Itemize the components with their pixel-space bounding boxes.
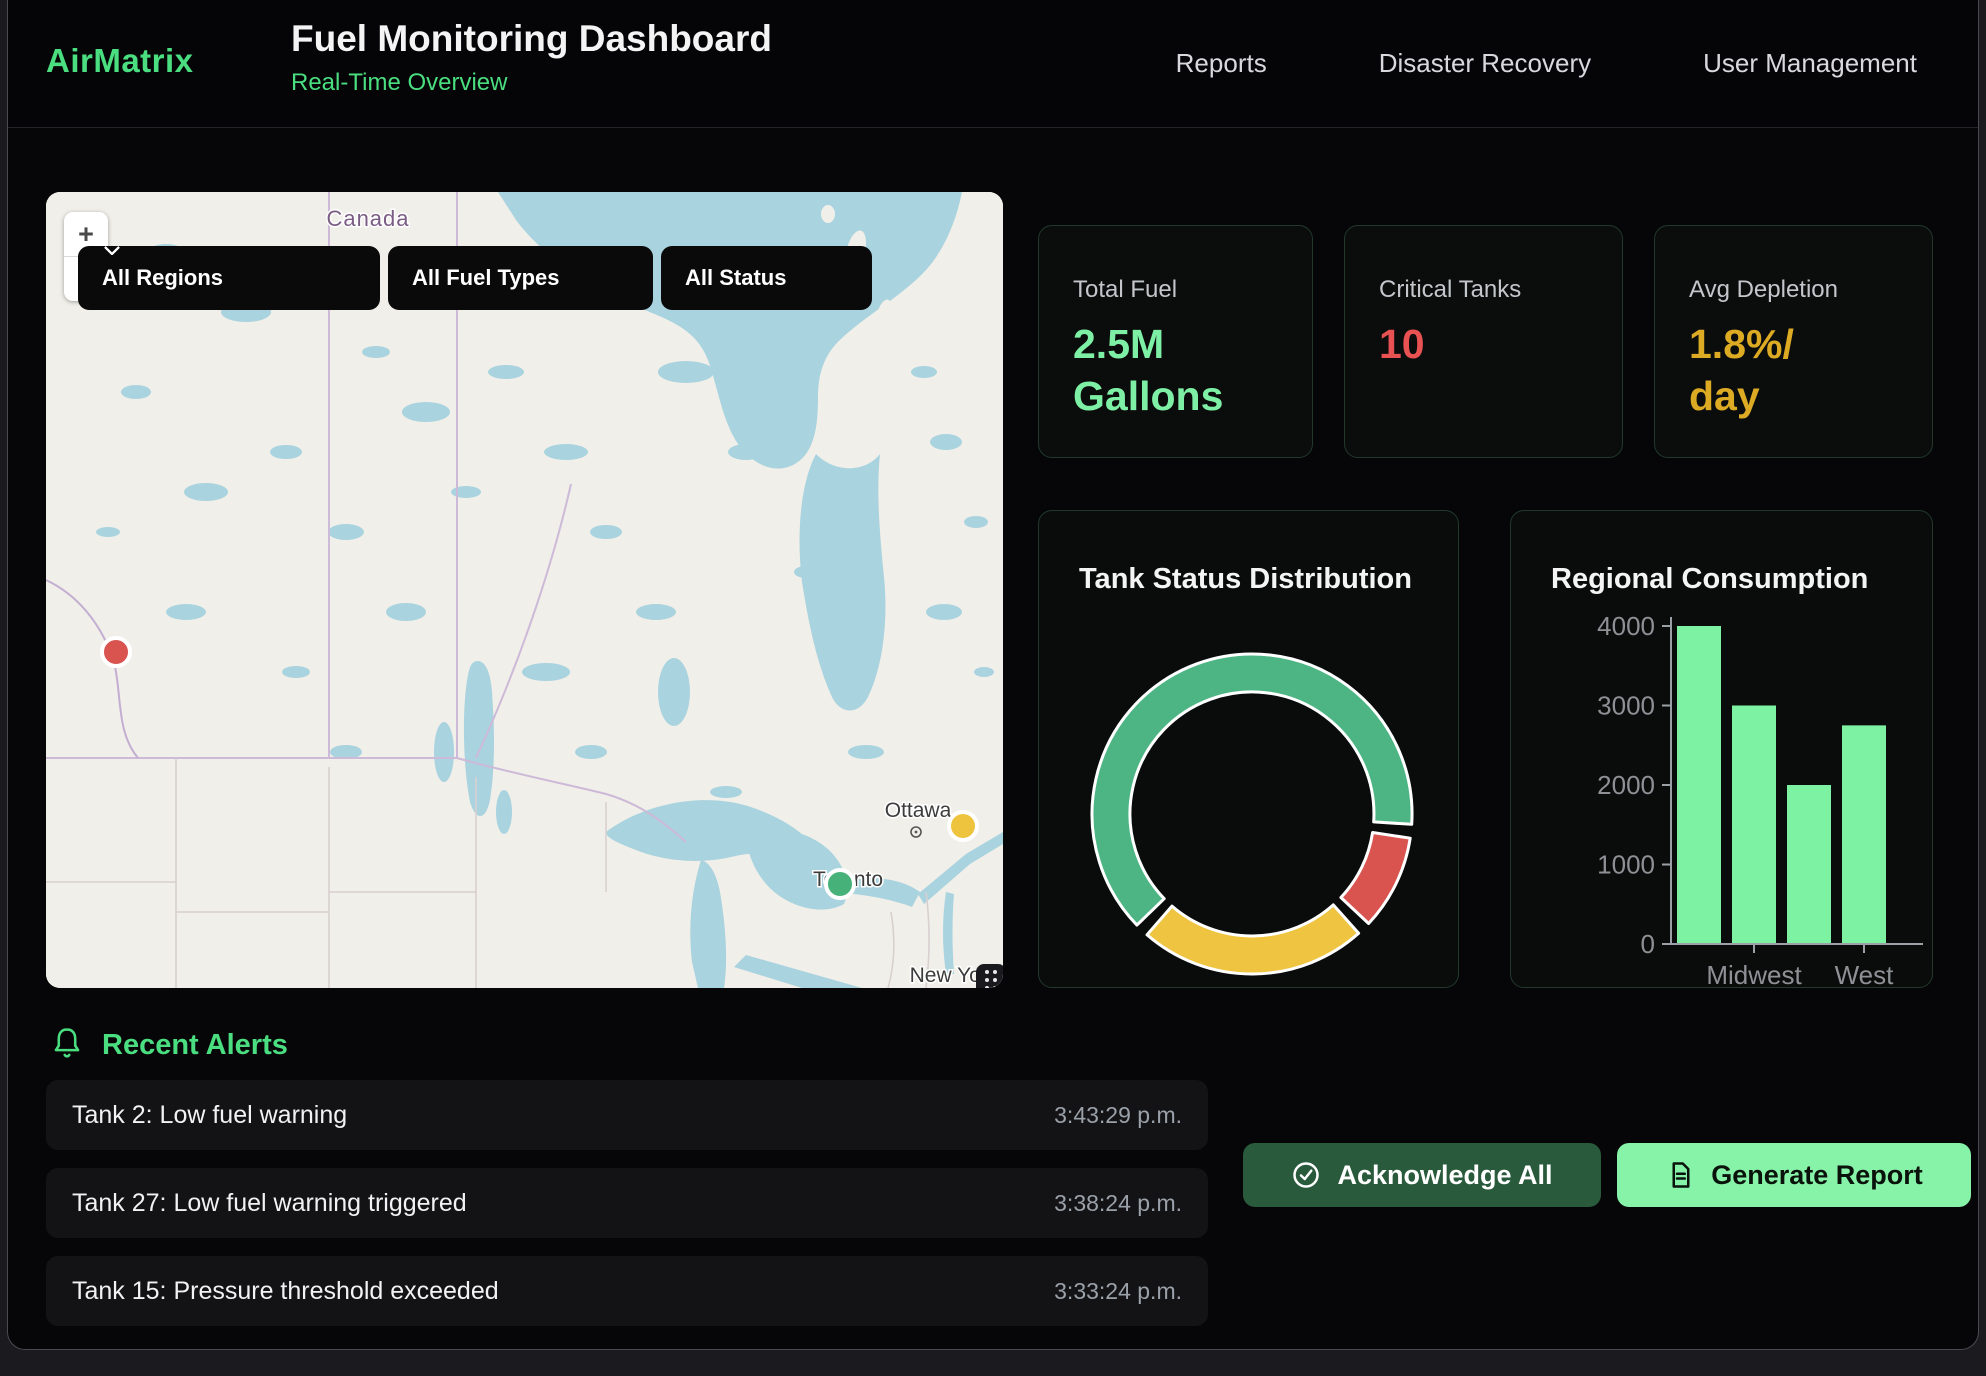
- stat-card-avg-depletion: Avg Depletion 1.8%/ day: [1654, 225, 1933, 458]
- alert-message: Tank 15: Pressure threshold exceeded: [72, 1277, 499, 1306]
- stat-value-line1: 2.5M: [1073, 318, 1282, 370]
- tank-map[interactable]: Canada Ottawa Toronto New York + − All R…: [46, 192, 1003, 988]
- acknowledge-all-label: Acknowledge All: [1337, 1160, 1552, 1191]
- stat-label: Avg Depletion: [1689, 276, 1902, 304]
- stat-card-total-fuel: Total Fuel 2.5M Gallons: [1038, 225, 1313, 458]
- recent-alerts-title: Recent Alerts: [102, 1029, 288, 1062]
- stat-value: 2.5M Gallons: [1073, 318, 1282, 423]
- brand-logo: AirMatrix: [46, 42, 194, 80]
- nav-reports[interactable]: Reports: [1176, 48, 1267, 79]
- bar-3: [1842, 725, 1886, 944]
- stat-value-line1: 1.8%/: [1689, 318, 1902, 370]
- generate-report-label: Generate Report: [1711, 1160, 1923, 1191]
- stat-card-critical-tanks: Critical Tanks 10: [1344, 225, 1623, 458]
- page-subtitle: Real-Time Overview: [291, 69, 772, 97]
- page-title-block: Fuel Monitoring Dashboard Real-Time Over…: [291, 18, 772, 97]
- nav-disaster-recovery[interactable]: Disaster Recovery: [1379, 48, 1591, 79]
- bar-2: [1787, 785, 1831, 944]
- region-filter-label: All Regions: [102, 265, 223, 291]
- nav-user-management[interactable]: User Management: [1703, 48, 1917, 79]
- bell-icon: [50, 1026, 84, 1064]
- x-tick-label: West: [1835, 960, 1895, 988]
- map-marker-warning[interactable]: [949, 812, 977, 840]
- document-icon: [1665, 1160, 1695, 1190]
- chevron-down-icon: [104, 246, 120, 255]
- alert-time: 3:33:24 p.m.: [1054, 1278, 1182, 1305]
- donut-segment-warning: [1147, 905, 1359, 974]
- y-tick-label: 3000: [1597, 691, 1655, 721]
- dashboard-frame: AirMatrix Fuel Monitoring Dashboard Real…: [7, 0, 1979, 1350]
- stat-label: Total Fuel: [1073, 276, 1282, 304]
- alert-message: Tank 27: Low fuel warning triggered: [72, 1189, 467, 1218]
- bar-1: [1732, 706, 1776, 945]
- alert-time: 3:38:24 p.m.: [1054, 1190, 1182, 1217]
- donut-segment-critical: [1341, 833, 1410, 924]
- fuel-type-filter-label: All Fuel Types: [412, 265, 560, 291]
- generate-report-button[interactable]: Generate Report: [1617, 1143, 1971, 1207]
- map-canvas: Canada Ottawa Toronto New York: [46, 192, 1003, 988]
- alert-message: Tank 2: Low fuel warning: [72, 1101, 347, 1130]
- map-marker-critical[interactable]: [102, 638, 130, 666]
- map-attribution-toggle[interactable]: [976, 964, 1003, 988]
- y-tick-label: 4000: [1597, 611, 1655, 641]
- fuel-type-filter-dropdown[interactable]: All Fuel Types: [388, 246, 653, 310]
- regional-consumption-card: 0 1000 2000 3000 4000 Midwest West Regional Co…: [1510, 510, 1933, 988]
- region-filter-dropdown[interactable]: All Regions: [78, 246, 380, 310]
- stat-value-line2: day: [1689, 370, 1902, 422]
- bar-chart-title: Regional Consumption: [1551, 563, 1868, 596]
- donut-chart-title: Tank Status Distribution: [1079, 563, 1412, 596]
- status-filter-dropdown[interactable]: All Status: [661, 246, 872, 310]
- map-label-country: Canada: [326, 206, 409, 231]
- map-filters: All Regions All Fuel Types All Status: [78, 246, 872, 310]
- status-filter-label: All Status: [685, 265, 786, 291]
- stat-value: 10: [1379, 318, 1592, 370]
- tank-status-card: Tank Status Distribution: [1038, 510, 1459, 988]
- x-tick-label: Midwest: [1706, 960, 1802, 988]
- y-tick-label: 0: [1641, 929, 1655, 959]
- alert-row: Tank 2: Low fuel warning 3:43:29 p.m.: [46, 1080, 1208, 1150]
- map-marker-normal[interactable]: [826, 870, 854, 898]
- bar-0: [1677, 626, 1721, 944]
- stat-label: Critical Tanks: [1379, 276, 1592, 304]
- main-nav: Reports Disaster Recovery User Managemen…: [1176, 0, 1917, 127]
- y-tick-label: 1000: [1597, 850, 1655, 880]
- stat-value: 1.8%/ day: [1689, 318, 1902, 423]
- map-label-ottawa: Ottawa: [885, 799, 952, 822]
- alert-row: Tank 27: Low fuel warning triggered 3:38…: [46, 1168, 1208, 1238]
- alert-time: 3:43:29 p.m.: [1054, 1102, 1182, 1129]
- y-tick-label: 2000: [1597, 770, 1655, 800]
- stat-value-line2: Gallons: [1073, 370, 1282, 422]
- app-header: AirMatrix Fuel Monitoring Dashboard Real…: [8, 0, 1978, 128]
- acknowledge-all-button[interactable]: Acknowledge All: [1243, 1143, 1601, 1207]
- alert-row: Tank 15: Pressure threshold exceeded 3:3…: [46, 1256, 1208, 1326]
- page-title: Fuel Monitoring Dashboard: [291, 18, 772, 60]
- stat-value-line1: 10: [1379, 318, 1592, 370]
- check-circle-icon: [1291, 1160, 1321, 1190]
- recent-alerts-header: Recent Alerts: [50, 1026, 288, 1064]
